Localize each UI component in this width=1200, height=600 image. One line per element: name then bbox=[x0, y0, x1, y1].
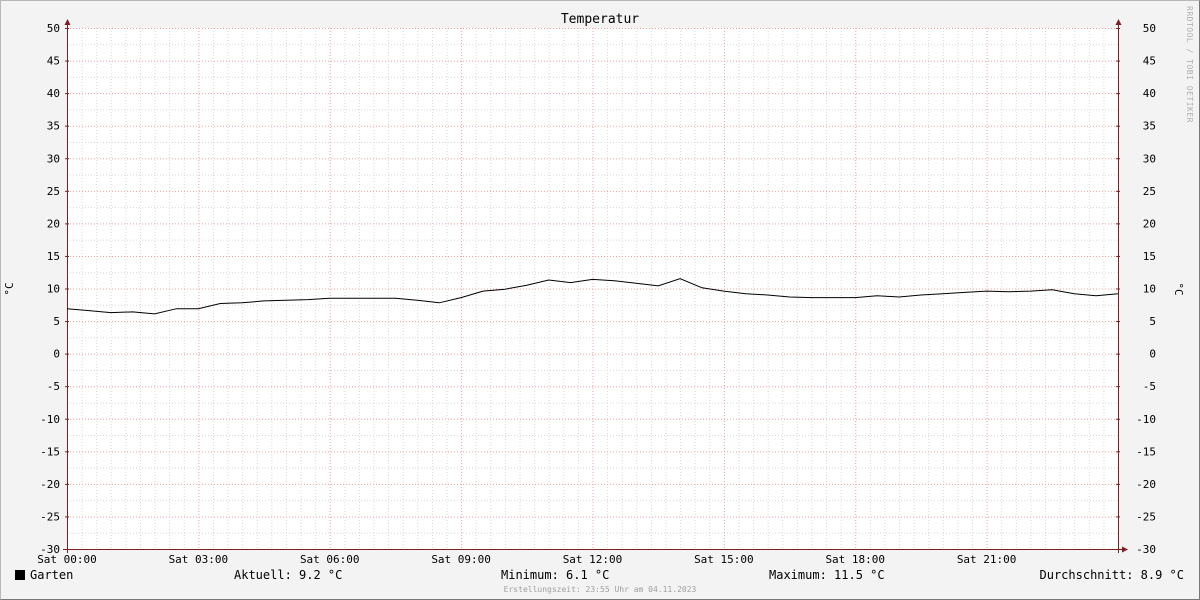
x-tick-label: Sat 15:00 bbox=[694, 553, 754, 566]
y-tick-label: 0 bbox=[53, 348, 60, 361]
y-tick-label: 50 bbox=[47, 22, 60, 35]
y-tick-label: 15 bbox=[47, 250, 60, 263]
stat-average: Durchschnitt: 8.9 °C bbox=[1039, 568, 1185, 582]
y-tick-label: -5 bbox=[47, 380, 60, 393]
y-axis-arrow-right bbox=[1115, 19, 1122, 25]
y-tick-label: 5 bbox=[1149, 315, 1156, 328]
y-tick-label: -20 bbox=[1136, 478, 1156, 491]
y-axis-arrow-left bbox=[64, 19, 71, 25]
y-tick-labels-left: 50454035302520151050-5-10-15-20-25-30 bbox=[40, 22, 60, 556]
y-tick-label: 25 bbox=[1143, 185, 1156, 198]
temperature-chart: 50454035302520151050-5-10-15-20-25-30 50… bbox=[3, 12, 1185, 566]
y-axis-label-right: °C bbox=[1172, 282, 1185, 295]
rrdtool-credit: RRDTOOL / TOBI OETIKER bbox=[1185, 6, 1194, 123]
y-tick-label: 20 bbox=[1143, 217, 1156, 230]
x-tick-label: Sat 09:00 bbox=[431, 553, 491, 566]
x-tick-label: Sat 06:00 bbox=[300, 553, 360, 566]
y-tick-label: -30 bbox=[1136, 543, 1156, 556]
y-tick-labels-right: 50454035302520151050-5-10-15-20-25-30 bbox=[1136, 22, 1156, 556]
creation-timestamp: Erstellungszeit: 23:55 Uhr am 04.11.2023 bbox=[503, 585, 697, 594]
y-tick-label: 20 bbox=[47, 217, 60, 230]
y-tick-label: -5 bbox=[1143, 380, 1156, 393]
y-tick-label: 0 bbox=[1149, 348, 1156, 361]
legend-label: Garten bbox=[30, 568, 74, 582]
y-tick-label: -10 bbox=[40, 413, 60, 426]
y-tick-label: 35 bbox=[47, 120, 60, 133]
legend: Garten bbox=[15, 568, 73, 582]
y-tick-label: -25 bbox=[1136, 510, 1156, 523]
y-tick-label: 35 bbox=[1143, 120, 1156, 133]
y-tick-label: 50 bbox=[1143, 22, 1156, 35]
legend-swatch bbox=[15, 570, 25, 580]
y-tick-label: 15 bbox=[1143, 250, 1156, 263]
y-tick-label: 45 bbox=[47, 55, 60, 68]
y-axis-label-left: °C bbox=[3, 282, 16, 295]
x-tick-label: Sat 18:00 bbox=[825, 553, 885, 566]
y-tick-label: -25 bbox=[40, 510, 60, 523]
y-tick-label: 10 bbox=[1143, 283, 1156, 296]
stat-maximum: Maximum: 11.5 °C bbox=[769, 568, 885, 582]
x-tick-labels: Sat 00:00 Sat 03:00 Sat 06:00 Sat 09:00 Sat … bbox=[37, 553, 1016, 566]
y-tick-label: 40 bbox=[47, 87, 60, 100]
y-tick-label: 30 bbox=[1143, 152, 1156, 165]
x-axis-arrow bbox=[1122, 546, 1128, 553]
y-tick-label: 40 bbox=[1143, 87, 1156, 100]
x-tick-label: Sat 21:00 bbox=[957, 553, 1017, 566]
y-tick-label: 25 bbox=[47, 185, 60, 198]
y-tick-label: 5 bbox=[53, 315, 60, 328]
stat-minimum: Minimum: 6.1 °C bbox=[501, 568, 610, 582]
y-tick-label: -15 bbox=[40, 445, 60, 458]
y-tick-label: 45 bbox=[1143, 55, 1156, 68]
x-tick-label: Sat 12:00 bbox=[563, 553, 623, 566]
chart-title: Temperatur bbox=[561, 12, 639, 27]
stat-current: Aktuell: 9.2 °C bbox=[234, 568, 343, 582]
x-tick-label: Sat 03:00 bbox=[169, 553, 229, 566]
y-tick-label: 10 bbox=[47, 283, 60, 296]
y-tick-label: -15 bbox=[1136, 445, 1156, 458]
y-tick-label: 30 bbox=[47, 152, 60, 165]
y-tick-label: -10 bbox=[1136, 413, 1156, 426]
y-tick-label: -20 bbox=[40, 478, 60, 491]
x-tick-label: Sat 00:00 bbox=[37, 553, 97, 566]
